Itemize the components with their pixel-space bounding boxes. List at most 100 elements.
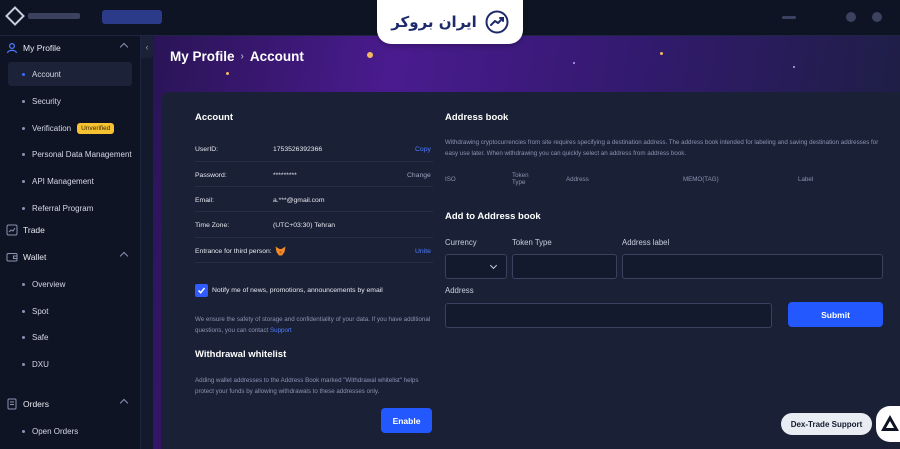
account-title: Account: [195, 112, 233, 123]
email-label: Email:: [195, 197, 214, 204]
sidebar-item-api-management[interactable]: API Management: [0, 169, 141, 193]
sidebar-section-label: Orders: [23, 399, 49, 409]
decor-spark: [793, 66, 795, 68]
column-iso: ISO: [445, 176, 456, 183]
currency-select[interactable]: [445, 254, 507, 279]
sidebar-section-orders[interactable]: Orders: [0, 392, 141, 416]
sidebar-item-dxu[interactable]: DXU: [0, 352, 141, 376]
sidebar-item-open-orders[interactable]: Open Orders: [0, 419, 141, 443]
column-label: Label: [798, 176, 814, 183]
sidebar-item-spot[interactable]: Spot: [0, 299, 141, 323]
submit-button[interactable]: Submit: [788, 302, 883, 327]
notify-label: Notify me of news, promotions, announcem…: [212, 287, 383, 294]
sidebar-item-label: Personal Data Management: [32, 149, 132, 159]
token-type-label: Token Type: [512, 238, 552, 247]
timezone-label: Time Zone:: [195, 222, 230, 229]
sidebar-item-verification[interactable]: Verification Unverified: [0, 116, 141, 140]
token-type-input[interactable]: [512, 254, 617, 279]
timezone-value: (UTC+03:30) Tehran: [273, 222, 336, 229]
change-password-button[interactable]: Change: [407, 172, 431, 179]
safety-note: We ensure the safety of storage and conf…: [195, 315, 433, 336]
sidebar-item-referral[interactable]: Referral Program: [0, 196, 141, 220]
decor-spark: [367, 52, 373, 58]
bullet-icon: [22, 99, 25, 103]
user-icon: [6, 42, 18, 54]
whitelist-title: Withdrawal whitelist: [195, 349, 287, 360]
brand-watermark-text: ایران بروکر: [391, 13, 477, 31]
orders-list-icon: [6, 398, 18, 410]
email-value: a.***@gmail.com: [273, 197, 325, 204]
metamask-fox-icon: [275, 246, 286, 256]
breadcrumb-root[interactable]: My Profile: [170, 49, 235, 64]
header-menu-icon[interactable]: [782, 16, 796, 19]
chevron-left-icon: ‹: [145, 42, 149, 52]
sidebar-item-personal-data[interactable]: Personal Data Management: [0, 142, 141, 166]
sidebar-item-safe[interactable]: Safe: [0, 325, 141, 349]
divider: [195, 211, 433, 212]
password-value: *********: [273, 172, 297, 179]
support-avatar[interactable]: [876, 406, 900, 442]
sidebar-section-trade[interactable]: Trade: [0, 218, 141, 242]
bullet-icon: [22, 152, 25, 156]
column-address: Address: [566, 176, 589, 183]
divider: [195, 262, 433, 263]
unverified-badge: Unverified: [77, 122, 115, 134]
sidebar-item-label: Open Orders: [32, 426, 79, 436]
sidebar-collapse-button[interactable]: ‹: [141, 36, 153, 58]
address-field-label: Address: [445, 286, 474, 295]
notify-checkbox[interactable]: [195, 284, 208, 297]
unite-button[interactable]: Unite: [415, 248, 431, 255]
sidebar-section-label: Trade: [23, 225, 45, 235]
sidebar-item-label: Safe: [32, 332, 49, 342]
sidebar-section-label: Wallet: [23, 252, 47, 262]
header-pill[interactable]: [102, 10, 162, 24]
breadcrumb: My Profile › Account: [170, 49, 304, 64]
sidebar-item-account[interactable]: Account: [8, 62, 132, 86]
app-logo[interactable]: [5, 6, 88, 26]
sidebar-item-overview[interactable]: Overview: [0, 272, 141, 296]
bullet-icon: [22, 126, 25, 130]
bullet-icon: [22, 72, 25, 76]
sidebar-item-label: Account: [32, 69, 61, 79]
bullet-icon: [22, 335, 25, 339]
brand-watermark: ایران بروکر: [377, 0, 523, 44]
logo-wordmark: [28, 13, 80, 19]
address-label-label: Address label: [622, 238, 670, 247]
wallet-icon: [6, 251, 18, 263]
column-memo-tag: MEMO(TAG): [683, 176, 719, 183]
sidebar-section-label: My Profile: [23, 43, 61, 53]
address-label-input[interactable]: [622, 254, 883, 279]
chevron-up-icon: [119, 42, 129, 52]
divider: [195, 161, 433, 162]
sidebar-section-wallet[interactable]: Wallet: [0, 245, 141, 269]
bullet-icon: [22, 206, 25, 210]
copy-userid-button[interactable]: Copy: [415, 146, 431, 153]
breadcrumb-separator: ›: [240, 51, 244, 62]
address-book-title: Address book: [445, 112, 509, 123]
chevron-up-icon: [119, 251, 129, 261]
support-logo-icon: [881, 415, 899, 431]
sidebar-section-my-profile[interactable]: My Profile: [0, 36, 141, 60]
logo-mark: [5, 6, 25, 26]
support-chat-button[interactable]: Dex-Trade Support: [781, 413, 872, 435]
sidebar-item-label: Referral Program: [32, 203, 94, 213]
trade-chart-icon: [6, 224, 18, 236]
bullet-icon: [22, 429, 25, 433]
bullet-icon: [22, 179, 25, 183]
whitelist-note: Adding wallet addresses to the Address B…: [195, 377, 419, 395]
sidebar-item-security[interactable]: Security: [0, 89, 141, 113]
user-avatar[interactable]: [846, 12, 856, 22]
settings-icon[interactable]: [872, 12, 882, 22]
enable-whitelist-button[interactable]: Enable: [381, 408, 432, 433]
address-input[interactable]: [445, 303, 772, 328]
sidebar-item-label: Spot: [32, 306, 49, 316]
column-token-type: Token Type: [512, 172, 529, 186]
support-link[interactable]: Support: [270, 327, 292, 334]
page-title: Account: [249, 49, 304, 64]
password-label: Password:: [195, 172, 227, 179]
sidebar-item-label: DXU: [32, 359, 49, 369]
chevron-up-icon: [119, 398, 129, 408]
currency-label: Currency: [445, 238, 477, 247]
decor-spark: [573, 62, 575, 64]
sidebar-item-label: API Management: [32, 176, 94, 186]
